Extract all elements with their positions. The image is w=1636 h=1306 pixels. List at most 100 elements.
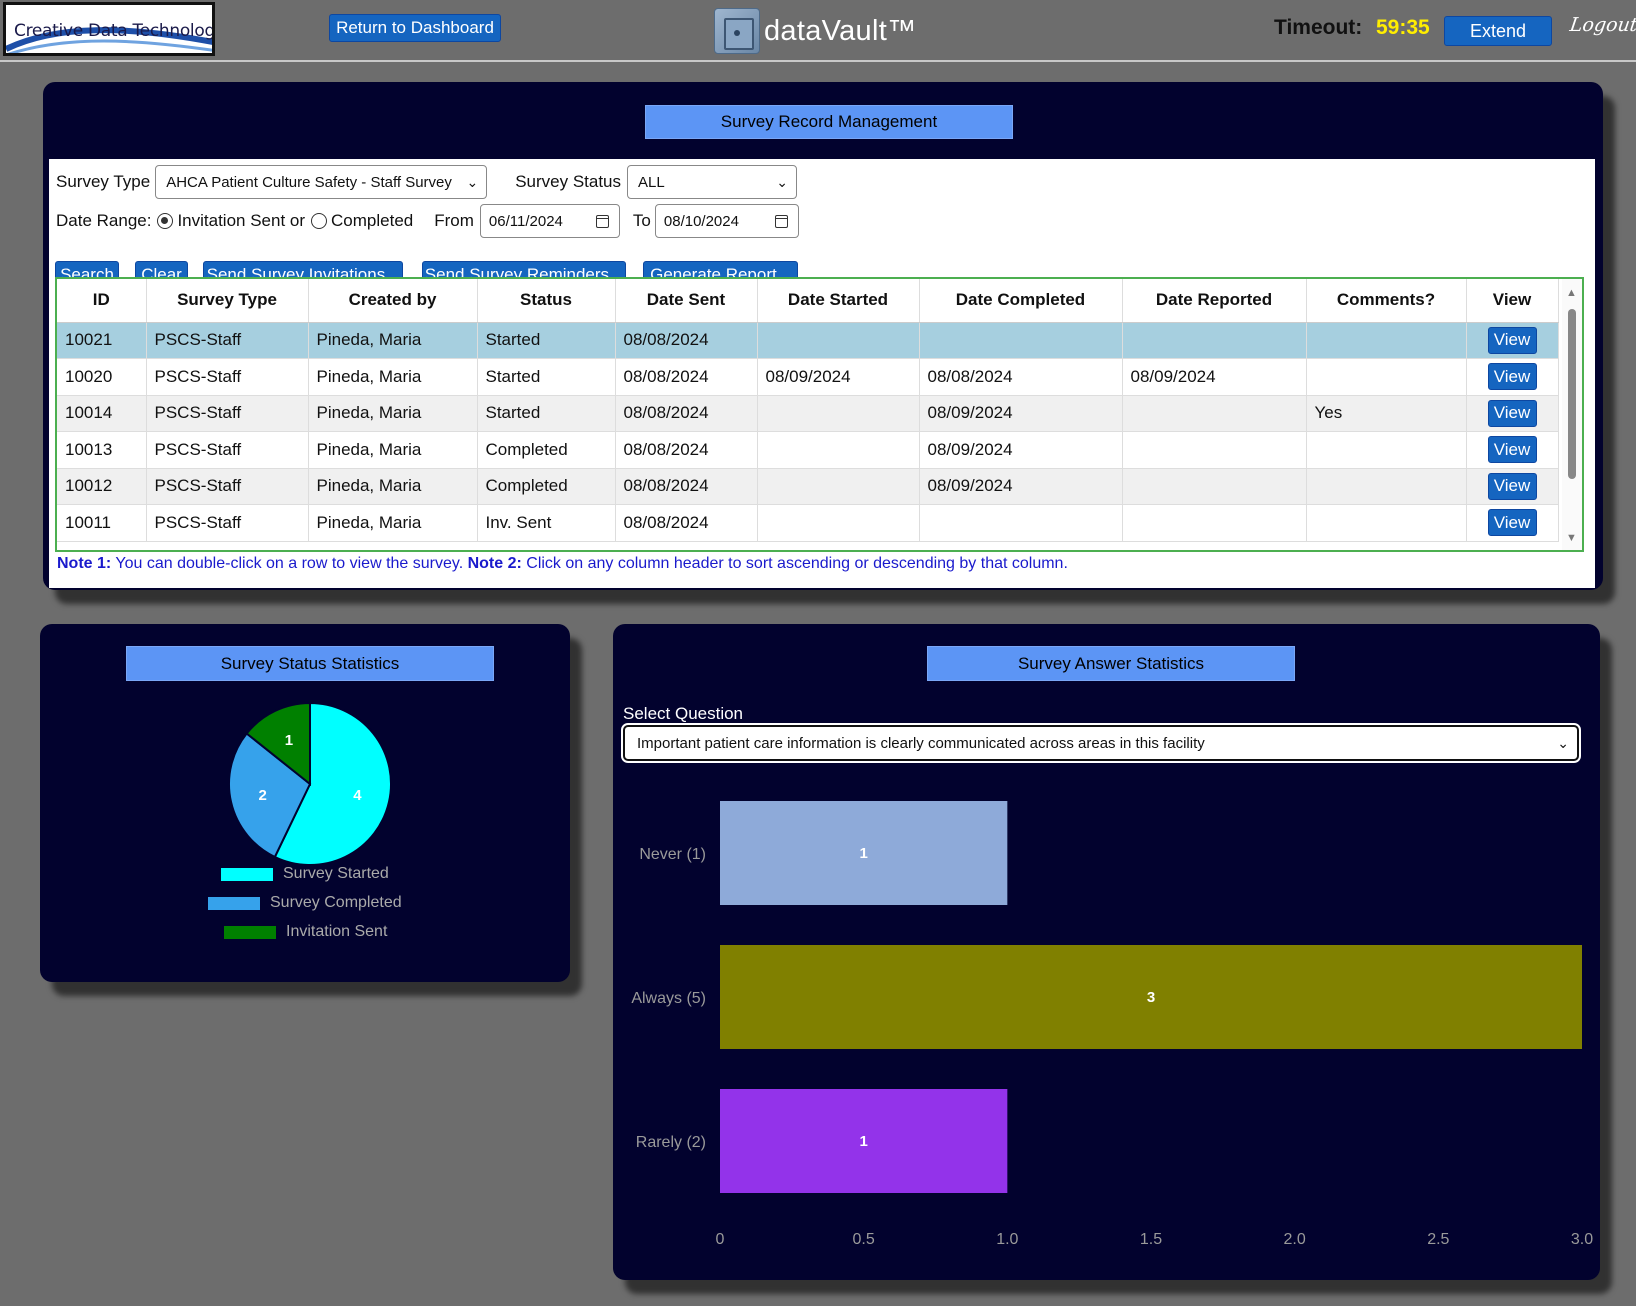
table-row[interactable]: 10020 PSCS-Staff Pineda, Maria Started 08/08… bbox=[57, 358, 1559, 396]
view-button[interactable]: View bbox=[1487, 326, 1537, 354]
logo-text: Creative Data Technologies bbox=[14, 21, 215, 41]
survey-type-label: Survey Type bbox=[56, 172, 151, 191]
table-cell bbox=[919, 504, 1123, 542]
table-cell bbox=[1122, 468, 1307, 505]
survey-status-select[interactable]: ALL ⌄ bbox=[627, 165, 798, 199]
legend-swatch bbox=[224, 925, 276, 939]
survey-answer-statistics-panel: Survey Answer Statistics Select Question… bbox=[613, 624, 1600, 1280]
table-cell bbox=[1122, 322, 1307, 359]
table-cell: Started bbox=[477, 358, 616, 396]
category-label: Never (1) bbox=[639, 846, 706, 863]
x-tick-label: 1.0 bbox=[996, 1231, 1018, 1248]
table-cell bbox=[919, 322, 1123, 359]
table-row[interactable]: 10012 PSCS-Staff Pineda, Maria Completed 08/… bbox=[57, 468, 1559, 505]
panel-title: Survey Record Management bbox=[645, 105, 1013, 139]
table-scrollbar[interactable]: ▲ ▼ bbox=[1562, 279, 1582, 550]
table-cell: 08/08/2024 bbox=[615, 322, 758, 359]
note2-label: Note 2: bbox=[467, 555, 522, 572]
calendar-icon[interactable] bbox=[774, 215, 788, 228]
table-cell: Started bbox=[477, 395, 616, 432]
table-header-row: ID Survey Type Created by Status Date Sent Da… bbox=[57, 279, 1559, 323]
top-bar: Creative Data Technologies Return to Das… bbox=[0, 0, 1636, 62]
x-tick-label: 2.5 bbox=[1427, 1231, 1449, 1248]
logout-link[interactable]: Logout bbox=[1568, 14, 1636, 36]
x-tick-label: 2.0 bbox=[1284, 1231, 1306, 1248]
table-cell: Pineda, Maria bbox=[308, 504, 478, 542]
bar-value-label: 1 bbox=[859, 845, 867, 862]
table-cell: 10011 bbox=[57, 504, 147, 542]
view-button[interactable]: View bbox=[1487, 472, 1537, 500]
view-cell: View bbox=[1466, 431, 1559, 469]
table-cell: PSCS-Staff bbox=[146, 468, 309, 505]
table-cell: 10013 bbox=[57, 431, 147, 469]
table-cell: Pineda, Maria bbox=[308, 468, 478, 505]
column-header[interactable]: Created by bbox=[308, 279, 478, 323]
table-cell bbox=[757, 322, 920, 359]
column-header[interactable]: View bbox=[1466, 279, 1559, 323]
column-header[interactable]: Date Sent bbox=[615, 279, 758, 323]
pie-slice-label: 1 bbox=[285, 732, 293, 749]
table-cell: 08/08/2024 bbox=[615, 468, 758, 505]
table-cell: Inv. Sent bbox=[477, 504, 616, 542]
scroll-up-icon[interactable]: ▲ bbox=[1566, 287, 1577, 299]
scroll-thumb[interactable] bbox=[1568, 309, 1576, 479]
x-tick-label: 0 bbox=[716, 1231, 725, 1248]
to-date-input[interactable]: 08/10/2024 bbox=[654, 204, 799, 238]
vault-icon bbox=[714, 8, 760, 54]
pie-slice-label: 2 bbox=[258, 787, 266, 804]
timeout-value: 59:35 bbox=[1376, 16, 1430, 39]
table-cell bbox=[1306, 468, 1467, 505]
view-button[interactable]: View bbox=[1487, 363, 1537, 391]
table-cell: 10021 bbox=[57, 322, 147, 359]
column-header[interactable]: Status bbox=[477, 279, 616, 323]
table-cell: PSCS-Staff bbox=[146, 504, 309, 542]
column-header[interactable]: Date Started bbox=[757, 279, 920, 323]
scroll-down-icon[interactable]: ▼ bbox=[1566, 532, 1577, 544]
table-row[interactable]: 10013 PSCS-Staff Pineda, Maria Completed 08/… bbox=[57, 431, 1559, 469]
table-cell: 10020 bbox=[57, 358, 147, 396]
calendar-icon[interactable] bbox=[595, 215, 609, 228]
legend-swatch bbox=[208, 896, 260, 910]
extend-button[interactable]: Extend bbox=[1444, 16, 1552, 46]
column-header[interactable]: Date Completed bbox=[919, 279, 1123, 323]
column-header[interactable]: ID bbox=[57, 279, 147, 323]
date-range-label: Date Range: bbox=[56, 211, 152, 230]
legend-item[interactable]: Invitation Sent bbox=[224, 923, 387, 941]
view-button[interactable]: View bbox=[1487, 436, 1537, 464]
table-notes: Note 1: You can double-click on a row to… bbox=[57, 555, 1068, 573]
x-tick-label: 1.5 bbox=[1140, 1231, 1162, 1248]
radio-invitation-sent[interactable] bbox=[157, 213, 174, 229]
survey-status-statistics-panel: Survey Status Statistics 421 Survey Star… bbox=[40, 624, 570, 982]
view-button[interactable]: View bbox=[1487, 399, 1537, 427]
return-to-dashboard-button[interactable]: Return to Dashboard bbox=[329, 14, 501, 42]
table-row[interactable]: 10021 PSCS-Staff Pineda, Maria Started 08/08… bbox=[57, 322, 1559, 359]
table-cell: 08/08/2024 bbox=[919, 358, 1123, 396]
view-cell: View bbox=[1466, 504, 1559, 542]
table-cell: PSCS-Staff bbox=[146, 431, 309, 469]
company-logo: Creative Data Technologies bbox=[3, 2, 215, 56]
table-cell: Pineda, Maria bbox=[308, 358, 478, 396]
column-header[interactable]: Survey Type bbox=[146, 279, 309, 323]
table-cell: 10014 bbox=[57, 395, 147, 432]
table-cell bbox=[757, 504, 920, 542]
column-header[interactable]: Date Reported bbox=[1122, 279, 1307, 323]
table-row[interactable]: 10014 PSCS-Staff Pineda, Maria Started 08/08… bbox=[57, 395, 1559, 432]
table-cell: Pineda, Maria bbox=[308, 322, 478, 359]
table-cell: 08/08/2024 bbox=[615, 504, 758, 542]
radio-completed[interactable] bbox=[311, 213, 328, 229]
legend-item[interactable]: Survey Completed bbox=[208, 894, 402, 912]
legend-item[interactable]: Survey Started bbox=[221, 865, 389, 883]
view-button[interactable]: View bbox=[1487, 509, 1537, 537]
to-date-value: 08/10/2024 bbox=[663, 212, 739, 230]
table-cell: Completed bbox=[477, 431, 616, 469]
table-cell bbox=[757, 468, 920, 505]
table-cell bbox=[1122, 431, 1307, 469]
column-header[interactable]: Comments? bbox=[1306, 279, 1467, 323]
legend-label: Invitation Sent bbox=[286, 923, 388, 940]
survey-type-select[interactable]: AHCA Patient Culture Safety - Staff Surv… bbox=[155, 165, 488, 199]
management-body: Survey Type AHCA Patient Culture Safety … bbox=[49, 159, 1595, 588]
table-row[interactable]: 10011 PSCS-Staff Pineda, Maria Inv. Sent 08/… bbox=[57, 504, 1559, 542]
brand: dataVault™ bbox=[714, 6, 916, 56]
from-date-input[interactable]: 06/11/2024 bbox=[479, 204, 620, 238]
table-cell: 08/08/2024 bbox=[615, 431, 758, 469]
